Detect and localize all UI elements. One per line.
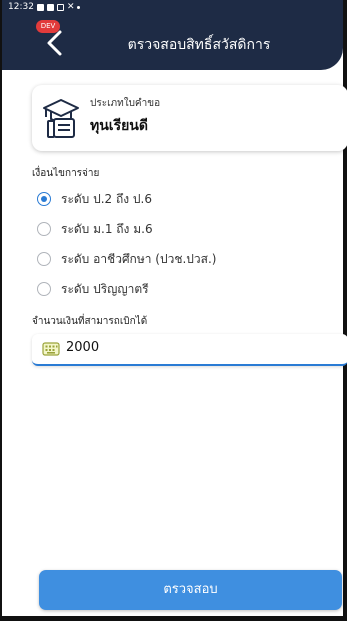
amount-label: จำนวนเงินที่สามารถเบิกได้ <box>32 316 148 327</box>
app-notification-icon <box>46 3 54 11</box>
device-frame-bottom <box>0 616 347 621</box>
x-app-icon: ✕ <box>66 2 75 12</box>
radio-unchecked-icon <box>37 222 51 236</box>
camera-icon <box>56 3 64 11</box>
radio-option-label: ระดับ ม.1 ถึง ม.6 <box>61 221 153 236</box>
check-button[interactable]: ตรวจสอบ <box>39 570 342 610</box>
request-type-value: ทุนเรียนดี <box>90 118 148 134</box>
radio-checked-icon <box>37 192 51 206</box>
amount-value: 2000 <box>66 340 100 355</box>
radio-option-secondary[interactable]: ระดับ ม.1 ถึง ม.6 <box>37 219 153 239</box>
radio-unchecked-icon <box>37 252 51 266</box>
radio-option-label: ระดับ ปริญญาตรี <box>61 281 149 296</box>
more-notifications-dot <box>77 5 81 9</box>
graduation-document-icon <box>43 99 79 138</box>
amount-field[interactable]: 2000 <box>32 334 347 366</box>
keyboard-icon <box>42 342 60 356</box>
radio-option-vocational[interactable]: ระดับ อาชีวศึกษา (ปวช.ปวส.) <box>37 249 216 269</box>
device-frame-left <box>0 0 2 621</box>
app-header: 12:32 ✕ DEV ตรวจสอบสิทธิ์สวัสดิการ <box>2 0 343 70</box>
radio-option-label: ระดับ ป.2 ถึง ป.6 <box>61 191 153 206</box>
payment-condition-label: เงื่อนไขการจ่าย <box>32 168 100 179</box>
status-bar: 12:32 ✕ <box>8 2 81 12</box>
status-time: 12:32 <box>8 2 34 12</box>
radio-option-bachelor[interactable]: ระดับ ปริญญาตรี <box>37 279 149 299</box>
radio-option-primary[interactable]: ระดับ ป.2 ถึง ป.6 <box>37 189 152 209</box>
notification-icon <box>36 3 44 11</box>
page-title: ตรวจสอบสิทธิ์สวัสดิการ <box>127 37 271 53</box>
request-type-card: ประเภทใบคำขอ ทุนเรียนดี <box>32 85 347 151</box>
request-type-label: ประเภทใบคำขอ <box>90 98 161 109</box>
radio-option-label: ระดับ อาชีวศึกษา (ปวช.ปวส.) <box>61 251 217 266</box>
chevron-left-icon <box>47 30 62 56</box>
back-button[interactable] <box>42 28 68 58</box>
radio-unchecked-icon <box>37 282 51 296</box>
